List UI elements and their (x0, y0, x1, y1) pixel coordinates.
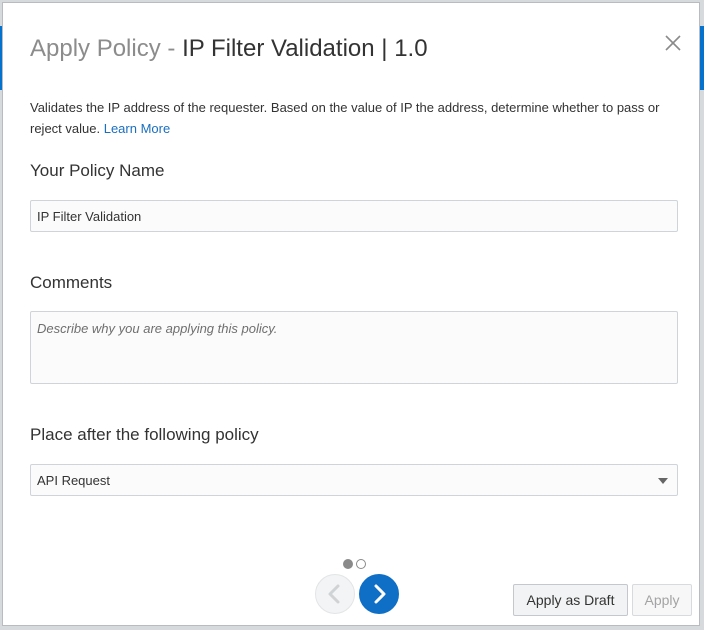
next-page-button[interactable] (359, 574, 399, 614)
previous-page-button[interactable] (315, 574, 355, 614)
page-dot-inactive (356, 559, 366, 569)
place-after-select[interactable]: API Request (30, 464, 678, 496)
place-after-selected-value: API Request (37, 473, 110, 488)
dialog-title: Apply Policy - IP Filter Validation | 1.… (30, 33, 428, 65)
close-icon (665, 35, 681, 51)
page-dot-active (343, 559, 353, 569)
comments-textarea[interactable] (30, 311, 678, 384)
title-dash: - (160, 35, 183, 62)
title-separator: | (374, 35, 395, 62)
policy-description: Validates the IP address of the requeste… (30, 97, 670, 139)
background-accent-right (700, 26, 704, 90)
apply-policy-dialog: Apply Policy - IP Filter Validation | 1.… (2, 2, 700, 626)
title-version: 1.0 (394, 35, 428, 62)
title-policy-name: IP Filter Validation (182, 35, 375, 62)
policy-name-label: Your Policy Name (30, 161, 165, 180)
apply-as-draft-button[interactable]: Apply as Draft (513, 584, 628, 616)
place-after-label: Place after the following policy (30, 425, 259, 444)
apply-button[interactable]: Apply (632, 584, 692, 616)
chevron-right-icon (374, 584, 386, 604)
policy-name-input[interactable] (30, 200, 678, 232)
chevron-left-icon (328, 584, 340, 604)
close-button[interactable] (661, 31, 685, 55)
title-prefix: Apply Policy (30, 35, 161, 62)
comments-label: Comments (30, 273, 113, 292)
caret-down-icon (658, 478, 668, 484)
learn-more-link[interactable]: Learn More (104, 121, 170, 136)
